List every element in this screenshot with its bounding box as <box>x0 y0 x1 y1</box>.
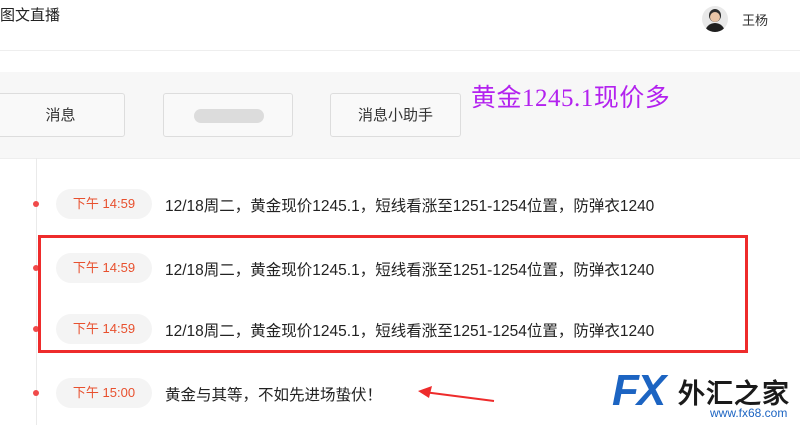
app-title: 图文直播 <box>0 7 61 24</box>
highlight-box <box>38 235 748 353</box>
watermark-url: www.fx68.com <box>710 406 788 420</box>
headline-overlay: 黄金1245.1现价多 <box>471 85 671 112</box>
user-profile[interactable]: 王杨 <box>702 6 768 32</box>
timeline-dot <box>33 390 39 396</box>
band-divider <box>0 158 800 159</box>
header-divider <box>0 50 800 51</box>
watermark-brand: FX <box>612 366 666 415</box>
arrow-left-icon <box>418 386 495 402</box>
watermark-logo: FX 外汇之家 www.fx68.com <box>612 366 800 425</box>
timeline-dot <box>33 201 39 207</box>
message-text: 12/18周二，黄金现价1245.1，短线看涨至1251-1254位置，防弹衣1… <box>165 198 655 215</box>
tab-message-assistant[interactable]: 消息小助手 <box>330 93 461 137</box>
message-text: 黄金与其等，不如先进场蛰伏！ <box>165 387 383 404</box>
tab-messages[interactable]: 消息 <box>0 93 125 137</box>
tab-blurred[interactable] <box>163 93 293 137</box>
avatar[interactable] <box>702 6 728 32</box>
user-name[interactable]: 王杨 <box>742 10 768 29</box>
timeline-line <box>36 158 37 425</box>
time-badge: 下午 14:59 <box>56 189 152 219</box>
blurred-label <box>194 109 264 123</box>
time-badge: 下午 15:00 <box>56 378 152 408</box>
